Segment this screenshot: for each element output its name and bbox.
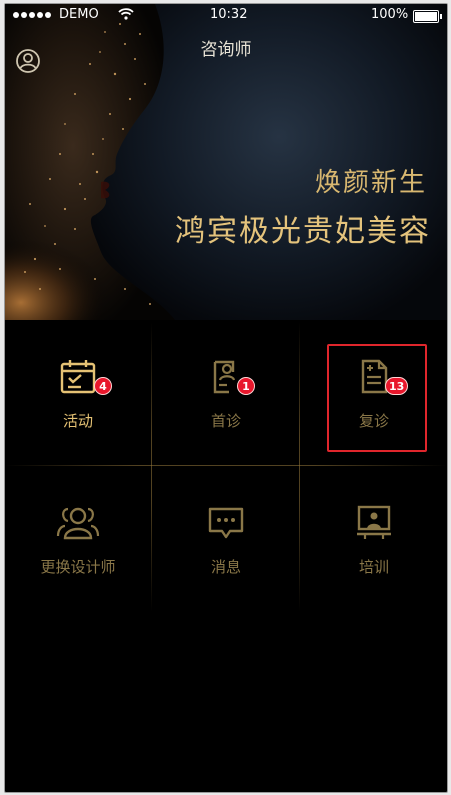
banner-slogan-line2: 鸿宾极光贵妃美容 [175, 214, 431, 249]
message-icon [208, 507, 244, 539]
highlight-box [327, 344, 427, 452]
battery-percentage: 100% [371, 7, 409, 22]
menu-item-messages[interactable]: 消息 [153, 468, 299, 610]
status-bar: DEMO 10:32 100% [5, 4, 447, 26]
wifi-icon [118, 8, 134, 20]
status-time: 10:32 [210, 7, 248, 22]
grid-divider [299, 322, 300, 612]
menu-item-label: 消息 [210, 558, 241, 576]
menu-item-change-designer[interactable]: 更换设计师 [5, 468, 151, 610]
notification-badge: 1 [237, 377, 255, 395]
menu-item-first-visit[interactable]: 1 首诊 [153, 322, 299, 464]
notification-badge: 4 [94, 377, 112, 395]
users-icon [56, 507, 100, 540]
phone-screen: DEMO 10:32 100% 咨询师 焕颜新生 鸿宾极光贵妃美容 4 活动 1… [4, 3, 448, 793]
menu-item-label: 首诊 [210, 412, 241, 430]
page-title: 咨询师 [200, 40, 252, 60]
menu-item-label: 更换设计师 [40, 558, 116, 576]
navigation-bar: 咨询师 [5, 28, 447, 73]
battery-icon [413, 10, 442, 23]
menu-item-training[interactable]: 培训 [301, 468, 447, 610]
hero-banner: DEMO 10:32 100% 咨询师 焕颜新生 鸿宾极光贵妃美容 [5, 4, 447, 320]
calendar-check-icon [60, 360, 96, 394]
presentation-icon [357, 505, 391, 539]
signal-strength-icon [13, 12, 51, 18]
menu-grid: 4 活动 1 首诊 13 复诊 更换设计师 消息 培训 [5, 322, 447, 612]
menu-item-label: 活动 [62, 412, 93, 430]
carrier-name: DEMO [59, 7, 99, 22]
banner-slogan-line1: 焕颜新生 [314, 168, 427, 198]
grid-divider [151, 322, 152, 612]
menu-item-activity[interactable]: 4 活动 [5, 322, 151, 464]
menu-item-label: 培训 [358, 558, 389, 576]
grid-divider [5, 465, 447, 466]
